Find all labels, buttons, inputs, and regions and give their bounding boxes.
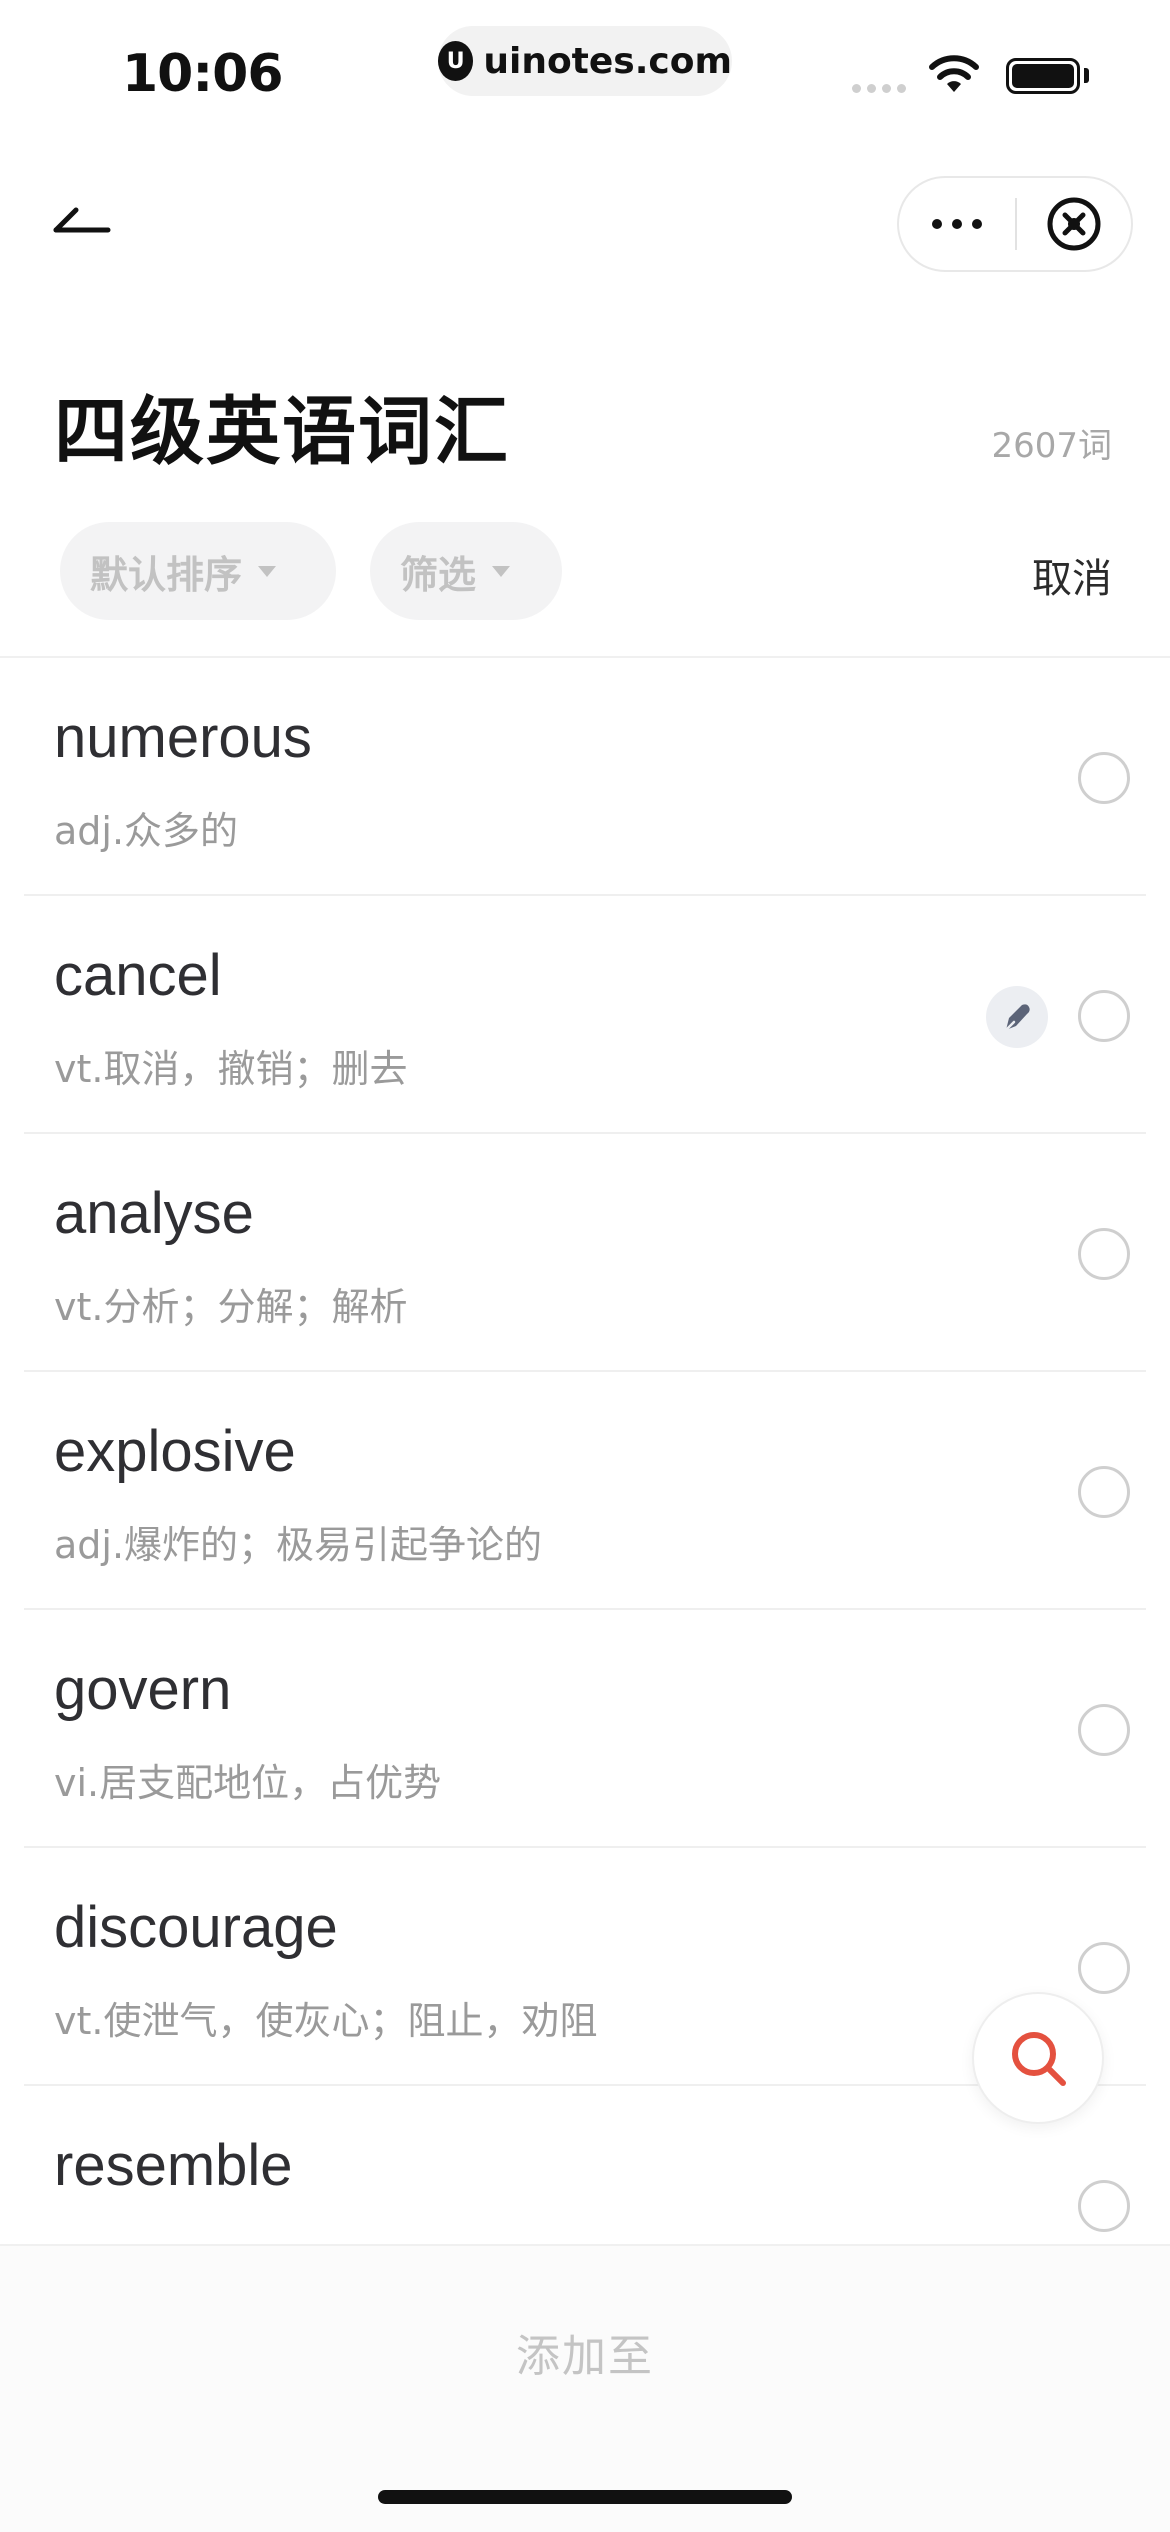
word-count: 2607词 <box>991 426 1112 466</box>
word-meaning: vt.取消，撤销；删去 <box>54 1047 408 1091</box>
select-radio[interactable] <box>1078 752 1130 804</box>
site-logo-icon: U <box>438 41 474 81</box>
url-pill: U uinotes.com <box>438 26 732 96</box>
cellular-signal-icon <box>852 84 906 93</box>
word-meaning: vi.居支配地位，占优势 <box>54 1761 442 1805</box>
filter-label: 筛选 <box>400 552 477 597</box>
word-text: analyse <box>54 1181 254 1246</box>
word-text: cancel <box>54 943 222 1008</box>
close-button[interactable] <box>1017 178 1131 270</box>
bottom-action-bar: 添加至 <box>0 2244 1170 2532</box>
word-text: explosive <box>54 1419 296 1484</box>
wifi-icon <box>929 55 979 92</box>
word-text: discourage <box>54 1895 338 1960</box>
filter-dropdown[interactable]: 筛选 <box>370 522 562 620</box>
list-item[interactable]: analyse vt.分析；分解；解析 <box>24 1134 1146 1372</box>
battery-tip <box>1084 68 1089 83</box>
word-text: numerous <box>54 705 312 770</box>
status-time: 10:06 <box>122 44 284 104</box>
search-icon <box>1012 2032 1066 2086</box>
select-radio[interactable] <box>1078 2180 1130 2232</box>
sort-label: 默认排序 <box>90 552 243 597</box>
chevron-down-icon <box>492 565 511 577</box>
word-meaning: vt.使泄气，使灰心；阻止，劝阻 <box>54 1999 598 2043</box>
more-options-button[interactable] <box>899 178 1015 270</box>
miniprogram-capsule <box>897 176 1133 272</box>
word-text: govern <box>54 1657 232 1722</box>
list-item[interactable]: resemble <box>24 2086 1146 2244</box>
word-meaning: adj.众多的 <box>54 809 239 853</box>
select-radio[interactable] <box>1078 1228 1130 1280</box>
list-item[interactable]: numerous adj.众多的 <box>24 658 1146 896</box>
search-button[interactable] <box>972 1992 1104 2124</box>
back-arrow-icon[interactable] <box>52 190 112 250</box>
sort-dropdown[interactable]: 默认排序 <box>60 522 336 620</box>
word-text: resemble <box>54 2133 293 2198</box>
page-title: 四级英语词汇 <box>54 389 510 475</box>
home-indicator <box>378 2490 792 2504</box>
select-radio[interactable] <box>1078 1704 1130 1756</box>
url-text: uinotes.com <box>483 40 732 82</box>
list-item[interactable]: govern vi.居支配地位，占优势 <box>24 1610 1146 1848</box>
select-radio[interactable] <box>1078 1942 1130 1994</box>
word-meaning: adj.爆炸的；极易引起争论的 <box>54 1523 543 1567</box>
note-pen-icon[interactable] <box>986 986 1048 1048</box>
word-list: numerous adj.众多的 cancel vt.取消，撤销；删去 anal… <box>0 658 1170 2244</box>
list-item[interactable]: explosive adj.爆炸的；极易引起争论的 <box>24 1372 1146 1610</box>
add-to-button[interactable]: 添加至 <box>0 2320 1170 2384</box>
battery-icon <box>1006 58 1080 94</box>
cancel-button[interactable]: 取消 <box>1032 546 1112 604</box>
select-radio[interactable] <box>1078 1466 1130 1518</box>
list-item[interactable]: cancel vt.取消，撤销；删去 <box>24 896 1146 1134</box>
select-radio[interactable] <box>1078 990 1130 1042</box>
word-meaning: vt.分析；分解；解析 <box>54 1285 408 1329</box>
chevron-down-icon <box>258 565 277 577</box>
close-circle-icon <box>1047 197 1101 251</box>
